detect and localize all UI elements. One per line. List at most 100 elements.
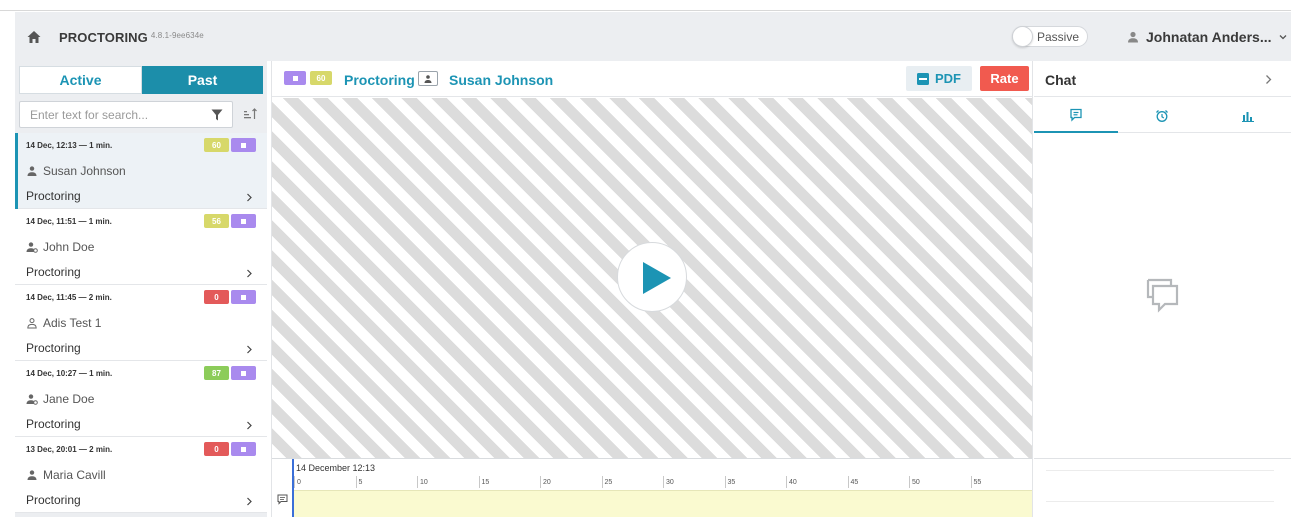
session-user-name: Susan Johnson <box>43 164 126 178</box>
search-input[interactable] <box>20 102 200 127</box>
sort-icon[interactable] <box>243 107 257 121</box>
timeline-tick: 0 <box>294 476 301 488</box>
app-version: 4.8.1-9ee634e <box>150 31 204 40</box>
person-shield-icon <box>26 242 38 253</box>
chevron-right-icon[interactable] <box>245 345 253 354</box>
session-date: 14 Dec, 11:51 — 1 min. <box>26 217 112 226</box>
app-title: PROCTORING 4.8.1-9ee634e <box>59 30 204 45</box>
chevron-right-icon[interactable] <box>245 269 253 278</box>
score-badge: 0 <box>204 442 229 456</box>
timeline-track[interactable] <box>294 490 1032 517</box>
status-badge <box>231 138 256 152</box>
session-user-name: Maria Cavill <box>43 468 106 482</box>
user-menu[interactable]: Johnatan Anders... <box>1126 28 1288 46</box>
session-item[interactable]: 13 Dec, 20:01 — 2 min. 0 Maria Cavill Pr… <box>15 437 267 513</box>
status-badge <box>284 71 306 85</box>
home-icon[interactable] <box>26 29 42 45</box>
toggle-knob[interactable] <box>1012 26 1033 47</box>
score-badge: 87 <box>204 366 229 380</box>
chat-panel: Chat <box>1034 61 1291 517</box>
session-list: 14 Dec, 12:13 — 1 min. 60 Susan Johnson … <box>15 133 267 513</box>
tab-statistics[interactable] <box>1206 98 1290 133</box>
session-user: Susan Johnson <box>26 164 126 178</box>
status-badge <box>231 366 256 380</box>
timeline-tick: 30 <box>663 476 674 488</box>
session-title: Proctoring <box>344 72 415 88</box>
session-item[interactable]: 14 Dec, 12:13 — 1 min. 60 Susan Johnson … <box>15 133 267 209</box>
timeline-tick: 35 <box>724 476 735 488</box>
chat-divider <box>1046 501 1274 502</box>
session-user-name: Jane Doe <box>43 392 95 406</box>
session-item[interactable]: 14 Dec, 11:51 — 1 min. 56 John Doe Proct… <box>15 209 267 285</box>
window-top-edge <box>0 0 1291 11</box>
session-user: John Doe <box>26 240 94 254</box>
pdf-label: PDF <box>935 71 961 86</box>
chat-title: Chat <box>1045 72 1077 88</box>
alarm-icon <box>1156 109 1168 122</box>
session-header: 60 Proctoring Susan Johnson PDF Rate <box>272 61 1032 97</box>
session-date: 14 Dec, 11:45 — 2 min. <box>26 293 112 302</box>
timeline-tick: 50 <box>909 476 920 488</box>
status-badge <box>231 442 256 456</box>
person-outline-icon <box>27 318 37 329</box>
session-user-name: John Doe <box>43 240 95 254</box>
session-type: Proctoring <box>26 417 81 431</box>
timeline-ruler: 0 5 10 15 20 25 30 35 40 45 50 55 <box>294 476 1032 488</box>
session-list-panel: Active Past 14 Dec, 12:13 — 1 min. 60 Su… <box>15 61 267 517</box>
session-user-name[interactable]: Susan Johnson <box>449 72 553 88</box>
person-shield-icon <box>26 394 38 405</box>
play-button[interactable] <box>617 242 687 312</box>
passive-toggle[interactable]: Passive <box>1012 26 1088 47</box>
app-name: PROCTORING <box>59 30 148 45</box>
chevron-right-icon[interactable] <box>245 497 253 506</box>
rate-button[interactable]: Rate <box>980 66 1029 91</box>
video-player[interactable] <box>272 98 1032 458</box>
chat-header[interactable]: Chat <box>1034 61 1291 97</box>
score-badge: 0 <box>204 290 229 304</box>
session-type: Proctoring <box>26 493 81 507</box>
tab-past[interactable]: Past <box>142 66 263 94</box>
timeline-tick: 10 <box>417 476 428 488</box>
user-card-icon[interactable] <box>418 71 438 86</box>
top-bar: PROCTORING 4.8.1-9ee634e Passive Johnatan… <box>15 12 1291 61</box>
chat-divider <box>1046 470 1274 471</box>
timeline-tick: 40 <box>786 476 797 488</box>
tab-alarms[interactable] <box>1120 98 1204 133</box>
session-item[interactable]: 14 Dec, 10:27 — 1 min. 87 Jane Doe Proct… <box>15 361 267 437</box>
empty-chat-icon <box>1146 278 1179 313</box>
person-icon <box>27 166 37 176</box>
chat-divider <box>1034 458 1291 459</box>
session-detail: 60 Proctoring Susan Johnson PDF Rate 14 … <box>271 61 1033 517</box>
session-item[interactable]: 14 Dec, 11:45 — 2 min. 0 Adis Test 1 Pro… <box>15 285 267 361</box>
chevron-right-icon[interactable] <box>1264 74 1273 85</box>
score-badge: 56 <box>204 214 229 228</box>
user-name: Johnatan Anders... <box>1146 29 1272 45</box>
score-badge: 60 <box>204 138 229 152</box>
pdf-button[interactable]: PDF <box>906 66 972 91</box>
pdf-icon <box>917 72 929 85</box>
session-date: 13 Dec, 20:01 — 2 min. <box>26 445 113 454</box>
chevron-down-icon[interactable] <box>1278 32 1288 42</box>
status-badge <box>231 214 256 228</box>
timeline-label: 14 December 12:13 <box>296 463 376 473</box>
filter-icon[interactable] <box>211 109 223 121</box>
score-badge: 60 <box>310 71 332 85</box>
session-tabs: Active Past <box>19 66 263 94</box>
timeline[interactable]: 14 December 12:13 0 5 10 15 20 25 30 35 … <box>272 458 1032 517</box>
chevron-right-icon[interactable] <box>245 421 253 430</box>
session-date: 14 Dec, 12:13 — 1 min. <box>26 141 113 150</box>
timeline-tick: 20 <box>540 476 551 488</box>
chevron-right-icon[interactable] <box>245 193 253 202</box>
session-user-name: Adis Test 1 <box>43 316 102 330</box>
timeline-playhead[interactable] <box>292 459 294 517</box>
session-user: Jane Doe <box>26 392 94 406</box>
tab-chat[interactable] <box>1034 98 1118 133</box>
person-icon <box>27 470 37 480</box>
timeline-tick: 25 <box>601 476 612 488</box>
session-type: Proctoring <box>26 265 81 279</box>
session-type: Proctoring <box>26 341 81 355</box>
session-date: 14 Dec, 10:27 — 1 min. <box>26 369 113 378</box>
chat-track-icon <box>277 494 288 505</box>
timeline-tick: 5 <box>355 476 362 488</box>
tab-active[interactable]: Active <box>19 66 142 94</box>
